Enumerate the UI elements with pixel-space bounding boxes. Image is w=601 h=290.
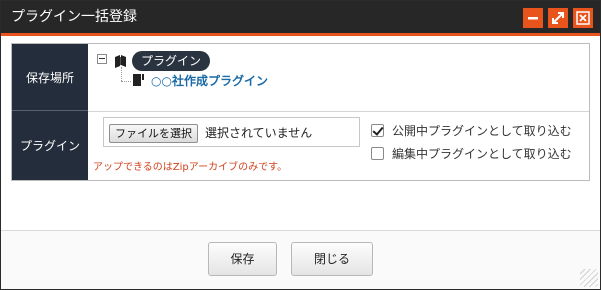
choose-file-button[interactable]: ファイルを選択 bbox=[109, 124, 198, 143]
close-icon bbox=[576, 11, 590, 25]
file-status-text: 選択されていません bbox=[205, 126, 313, 140]
draft-checkbox[interactable] bbox=[371, 147, 384, 160]
plugin-bulk-register-dialog: プラグイン一括登録 保存場所 プラグイン プラグイン ○○社作成プラグイン ファ… bbox=[0, 0, 601, 290]
title-bar[interactable]: プラグイン一括登録 bbox=[1, 1, 600, 33]
tree-root-node[interactable]: プラグイン bbox=[132, 51, 211, 71]
tree-child-node[interactable]: ○○社作成プラグイン bbox=[151, 73, 268, 89]
maximize-button[interactable] bbox=[548, 8, 568, 28]
minimize-button[interactable] bbox=[523, 8, 543, 28]
dialog-title: プラグイン一括登録 bbox=[11, 9, 137, 25]
close-dialog-button[interactable]: 閉じる bbox=[291, 242, 373, 276]
published-option-label: 公開中プラグインとして取り込む bbox=[392, 124, 572, 138]
import-as-draft-option[interactable]: 編集中プラグインとして取り込む bbox=[371, 145, 572, 162]
minimize-icon bbox=[528, 17, 538, 20]
published-checkbox[interactable] bbox=[371, 124, 384, 137]
row-divider bbox=[88, 111, 589, 112]
plugin-icon bbox=[133, 74, 144, 86]
resize-handle[interactable] bbox=[580, 269, 598, 287]
plugin-label: プラグイン bbox=[12, 111, 88, 180]
draft-option-label: 編集中プラグインとして取り込む bbox=[392, 147, 572, 161]
save-button[interactable]: 保存 bbox=[208, 242, 277, 276]
upload-hint: アップできるのはZipアーカイブのみです。 bbox=[93, 162, 288, 173]
maximize-icon bbox=[552, 12, 564, 24]
tree-connector bbox=[121, 67, 122, 81]
tree-connector bbox=[121, 81, 131, 82]
location-label: 保存場所 bbox=[12, 44, 88, 111]
import-as-published-option[interactable]: 公開中プラグインとして取り込む bbox=[371, 122, 572, 139]
tree-collapse-toggle[interactable] bbox=[97, 54, 107, 64]
file-input[interactable]: ファイルを選択 選択されていません bbox=[103, 117, 360, 147]
close-button[interactable] bbox=[573, 8, 593, 28]
title-accent-bar bbox=[1, 33, 600, 36]
